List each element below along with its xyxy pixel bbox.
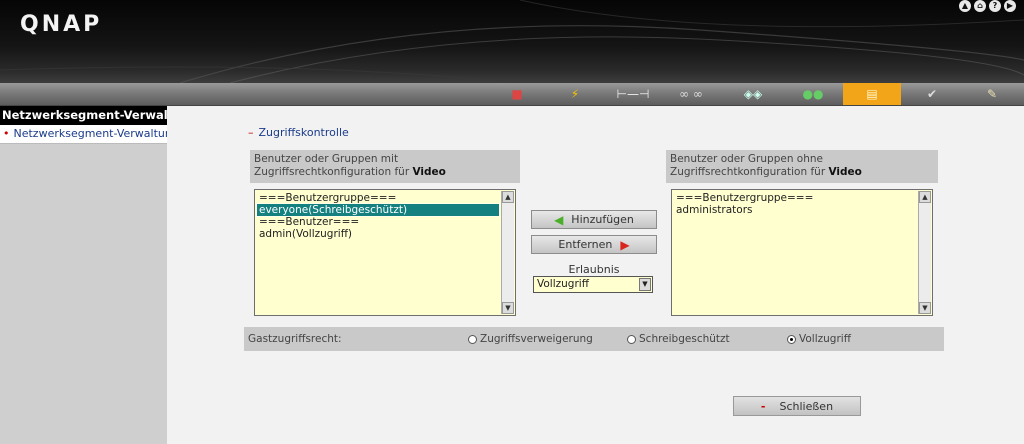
radio-icon[interactable] xyxy=(468,334,477,344)
header-banner: QNAP ▲ ⌂ ? ▶ xyxy=(0,0,1024,83)
guest-access-label: Gastzugriffsrecht: xyxy=(248,333,342,345)
up-icon[interactable]: ▲ xyxy=(959,0,971,12)
without-access-items: ===Benutzergruppe=== administrators xyxy=(674,192,916,216)
main-content: – Zugriffskontrolle Benutzer oder Gruppen… xyxy=(167,106,1024,444)
header-decoration xyxy=(0,0,1024,83)
with-access-header: Benutzer oder Gruppen mit Zugriffsrechtk… xyxy=(250,150,520,183)
sidebar-title: Netzwerksegment-Verwaltung xyxy=(0,106,167,125)
scrollbar[interactable]: ▲ ▼ xyxy=(918,191,931,314)
radio-icon[interactable] xyxy=(787,334,796,344)
sidebar-item-label: Netzwerksegment-Verwaltung xyxy=(13,127,179,140)
logout-icon[interactable]: ▶ xyxy=(1004,0,1016,12)
system-admin-icon[interactable]: ■ xyxy=(488,83,546,105)
section-toggle-zugriffskontrolle[interactable]: – Zugriffskontrolle xyxy=(248,126,349,139)
with-access-header-text: Benutzer oder Gruppen mit Zugriffsrechtk… xyxy=(254,153,410,178)
with-access-items: ===Benutzergruppe=== everyone(Schreibgesc… xyxy=(256,192,500,240)
system-status-icon[interactable]: ✔ xyxy=(903,83,961,105)
without-access-share-name: Video xyxy=(828,166,862,178)
section-label: Zugriffskontrolle xyxy=(258,126,349,139)
external-device-icon[interactable]: ▤ xyxy=(843,83,901,105)
remove-button[interactable]: Entfernen ▶ xyxy=(531,235,657,254)
list-item[interactable]: admin(Vollzugriff) xyxy=(257,228,499,240)
radio-label: Zugriffsverweigerung xyxy=(480,333,593,345)
sidebar-item-netzwerksegment[interactable]: • Netzwerksegment-Verwaltung xyxy=(0,125,179,144)
scroll-up-icon[interactable]: ▲ xyxy=(502,191,514,203)
with-access-share-name: Video xyxy=(412,166,446,178)
sidebar: Netzwerksegment-Verwaltung •Netzwerksegm… xyxy=(0,106,179,444)
list-item[interactable]: administrators xyxy=(674,204,916,216)
remove-button-label: Entfernen xyxy=(558,238,613,251)
list-item[interactable]: everyone(Schreibgeschützt) xyxy=(256,203,500,217)
permission-value: Vollzugriff xyxy=(537,278,589,290)
scroll-down-icon[interactable]: ▼ xyxy=(919,302,931,314)
arrow-left-icon: ◀ xyxy=(554,212,564,227)
radio-vollzugriff[interactable]: Vollzugriff xyxy=(787,333,851,345)
without-access-listbox[interactable]: ===Benutzergruppe=== administrators ▲ ▼ xyxy=(671,189,933,316)
logs-icon[interactable]: ✎ xyxy=(963,83,1021,105)
close-button-label: Schließen xyxy=(779,399,834,413)
home-icon[interactable]: ⌂ xyxy=(974,0,986,12)
guest-access-bar: Gastzugriffsrecht: Zugriffsverweigerung … xyxy=(244,327,944,351)
disk-management-icon[interactable]: ⚡ xyxy=(546,83,604,105)
collapse-icon: – xyxy=(248,126,254,139)
radio-zugriffsverweigerung[interactable]: Zugriffsverweigerung xyxy=(468,333,593,345)
radio-label: Schreibgeschützt xyxy=(639,333,730,345)
backup-icon[interactable]: ●● xyxy=(784,83,842,105)
scroll-up-icon[interactable]: ▲ xyxy=(919,191,931,203)
close-button[interactable]: - Schließen xyxy=(733,396,861,416)
without-access-header: Benutzer oder Gruppen ohne Zugriffsrecht… xyxy=(666,150,938,183)
chevron-down-icon[interactable]: ▼ xyxy=(639,278,651,291)
network-services-icon[interactable]: ∞ ∞ xyxy=(662,83,720,105)
radio-label: Vollzugriff xyxy=(799,333,851,345)
top-icon-bar: ▲ ⌂ ? ▶ xyxy=(959,0,1016,12)
radio-icon[interactable] xyxy=(627,334,636,344)
list-item[interactable]: ===Benutzer=== xyxy=(257,216,499,228)
radio-schreibgeschuetzt[interactable]: Schreibgeschützt xyxy=(627,333,730,345)
scroll-down-icon[interactable]: ▼ xyxy=(502,302,514,314)
qnap-logo: QNAP xyxy=(20,12,103,37)
with-access-listbox[interactable]: ===Benutzergruppe=== everyone(Schreibgesc… xyxy=(254,189,516,316)
list-item[interactable]: ===Benutzergruppe=== xyxy=(674,192,916,204)
help-icon[interactable]: ? xyxy=(989,0,1001,12)
main-toolbar: ■ ⚡ ⊢—⊣ ∞ ∞ ◈◈ ●● ▤ ✔ ✎ xyxy=(0,83,1024,106)
add-button-label: Hinzufügen xyxy=(571,213,634,226)
bullet-icon: • xyxy=(3,127,10,140)
add-button[interactable]: ◀ Hinzufügen xyxy=(531,210,657,229)
minus-icon: - xyxy=(760,399,766,413)
scrollbar[interactable]: ▲ ▼ xyxy=(501,191,514,314)
arrow-right-icon: ▶ xyxy=(620,237,630,252)
without-access-header-text: Benutzer oder Gruppen ohne Zugriffsrecht… xyxy=(670,153,826,178)
list-item[interactable]: ===Benutzergruppe=== xyxy=(257,192,499,204)
permission-label: Erlaubnis xyxy=(568,263,620,276)
applications-icon[interactable]: ◈◈ xyxy=(724,83,782,105)
permission-select[interactable]: Vollzugriff ▼ xyxy=(533,276,653,293)
access-rights-icon[interactable]: ⊢—⊣ xyxy=(604,83,662,105)
